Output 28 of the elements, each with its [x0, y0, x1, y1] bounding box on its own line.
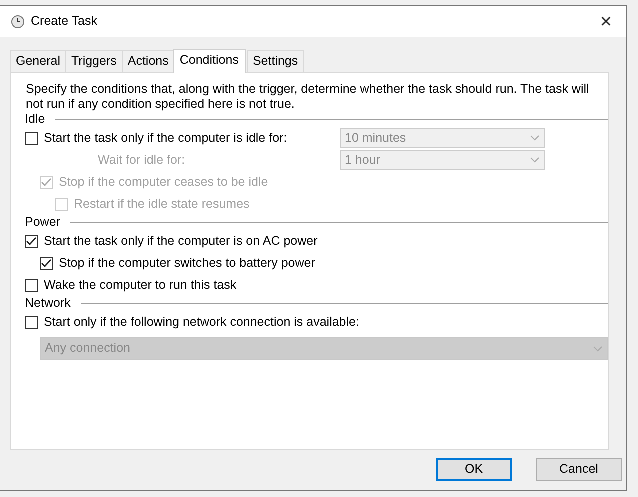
caret-icon [530, 135, 540, 141]
checkbox-label: Wake the computer to run this task [44, 278, 237, 292]
description-text: Specify the conditions that, along with the trigger, determine whether the task should run. The task will not run if any condition specified here is not true. [26, 82, 590, 112]
checkbox[interactable] [25, 234, 38, 248]
window-title: Create Task [31, 14, 98, 29]
tab[interactable]: Conditions [172, 49, 246, 73]
section-heading: Power [25, 215, 60, 230]
caret-icon [530, 157, 540, 163]
cancel-button[interactable]: Cancel [536, 458, 622, 481]
caret-icon [593, 346, 603, 352]
section-heading: Network [25, 296, 71, 311]
tab[interactable]: Settings [246, 50, 304, 72]
checkbox-label: Restart if the idle state resumes [74, 196, 250, 212]
checkbox-label: Start the task only if the computer is on AC power [44, 234, 318, 248]
checkbox[interactable] [40, 256, 53, 270]
checkbox-label: Start only if the following network connection is available: [44, 314, 360, 330]
section-heading: Idle [25, 112, 46, 127]
tab[interactable]: General [10, 50, 66, 72]
checkbox[interactable] [25, 278, 38, 292]
checkbox[interactable] [25, 316, 38, 328]
checkbox-label: Stop if the computer switches to battery power [59, 256, 316, 270]
field-label: Wait for idle for: [98, 152, 186, 168]
close-button[interactable]: × [598, 12, 614, 32]
ok-button[interactable]: OK [436, 458, 512, 481]
checkbox-label: Start the task only if the computer is idle for: [44, 130, 288, 146]
clock-icon [11, 14, 25, 28]
checkbox[interactable] [25, 132, 38, 144]
checkbox-label: Stop if the computer ceases to be idle [59, 174, 268, 190]
